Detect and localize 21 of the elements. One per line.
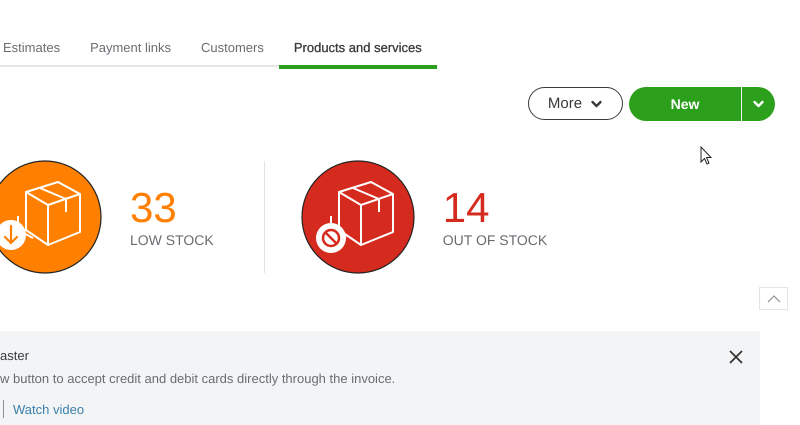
stat-label: OUT OF STOCK [442, 232, 548, 248]
collapse-button[interactable] [759, 287, 788, 310]
close-icon [729, 350, 743, 364]
tab[interactable]: Customers [186, 31, 279, 65]
close-button[interactable] [728, 349, 744, 365]
tab[interactable]: Products and services [278, 31, 437, 69]
banner-title: aster [0, 348, 30, 363]
chevron-up-icon [766, 294, 780, 302]
tab[interactable]: Estimates [0, 31, 76, 65]
tab[interactable]: Payment links [75, 31, 186, 65]
chevron-down-icon [752, 99, 765, 109]
watch-video-link[interactable]: Watch video [13, 402, 84, 416]
stat-value: 33 [130, 186, 178, 230]
stat-label: LOW STOCK [130, 232, 214, 248]
stat-value: 14 [442, 186, 490, 230]
cursor-icon [700, 146, 714, 166]
dropdown-button[interactable] [742, 87, 775, 121]
new-button[interactable]: New [629, 87, 742, 121]
more-button[interactable]: More [528, 87, 623, 120]
chevron-down-icon [590, 98, 604, 108]
banner-text: w button to accept credit and debit cards directly through the invoice. [0, 371, 396, 386]
